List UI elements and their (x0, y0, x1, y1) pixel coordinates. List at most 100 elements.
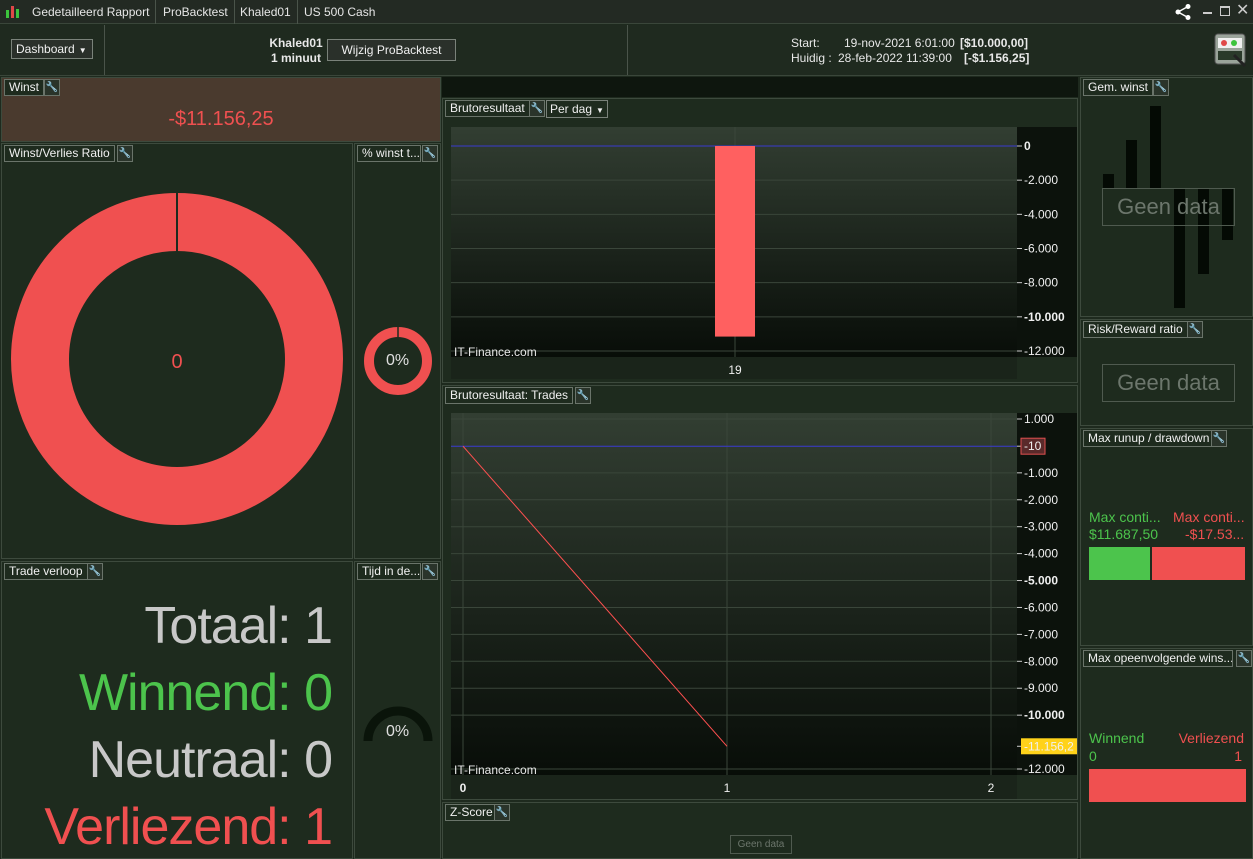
start-label: Start: (791, 36, 820, 50)
max-runup-title: Max runup / drawdown (1083, 430, 1215, 447)
current-value: [-$1.156,25] (964, 51, 1030, 65)
x-tick-label: 2 (988, 781, 995, 795)
y-tick-label: 1.000 (1024, 413, 1054, 426)
pct-winst-panel: % winst t... 🔧 0% (354, 143, 441, 559)
breadcrumb-probacktest: ProBacktest (157, 0, 235, 24)
y-tick-label: -10.000 (1024, 708, 1065, 722)
dashboard-dropdown[interactable]: Dashboard ▼ (11, 39, 93, 59)
dashboard-label: Dashboard (16, 42, 75, 56)
risk-reward-title: Risk/Reward ratio (1083, 321, 1188, 338)
max-drawdown-value: -$17.53... (1185, 526, 1245, 542)
timeframe: 1 minuut (271, 51, 321, 65)
pct-winst-title: % winst t... (357, 145, 421, 162)
breadcrumb-instrument: US 500 Cash (304, 5, 376, 19)
max-runup-panel: Max runup / drawdown 🔧 Max conti... Max … (1080, 428, 1253, 646)
trade-verloop-panel: Trade verloop 🔧 Totaal: 1 Winnend: 0 Neu… (1, 561, 353, 859)
wrench-icon[interactable]: 🔧 (87, 563, 103, 580)
wrench-icon[interactable]: 🔧 (575, 387, 591, 404)
y-tick-label: -12.000 (1024, 762, 1065, 776)
x-tick-label: 0 (460, 781, 467, 795)
winning-row: Winnend: 0 (78, 664, 333, 722)
x-tick-label: 19 (728, 363, 742, 377)
max-opeen-panel: Max opeenvolgende wins... 🔧 Winnend Verl… (1080, 648, 1253, 859)
max-opeen-title: Max opeenvolgende wins... (1083, 650, 1233, 667)
gem-winst-panel: Gem. winst 🔧 Geen data (1080, 77, 1253, 317)
zscore-nodata: Geen data (730, 835, 792, 854)
y-tick-label: -8.000 (1024, 276, 1058, 290)
y-tick-label: -3.000 (1024, 520, 1058, 534)
bruto-dag-title: Brutoresultaat (445, 100, 530, 117)
total-row: Totaal: 1 (144, 597, 333, 655)
y-tick-label: -10 (1024, 439, 1042, 453)
y-tick-label: -7.000 (1024, 627, 1058, 641)
plot-area (451, 413, 1017, 775)
y-tick-label: -12.000 (1024, 344, 1065, 358)
drawdown-bar (1152, 547, 1245, 580)
wrench-icon[interactable]: 🔧 (1236, 650, 1252, 667)
y-tick-label: -11.156,2 (1024, 739, 1074, 753)
max-drawdown-label: Max conti... (1173, 509, 1245, 525)
chevron-down-icon: ▼ (596, 106, 604, 115)
y-tick-label: -1.000 (1024, 466, 1058, 480)
wrench-icon[interactable]: 🔧 (422, 145, 438, 162)
winst-title: Winst (4, 79, 44, 96)
zscore-panel: Z-Score 🔧 Geen data (442, 802, 1078, 859)
winst-panel: Winst 🔧 -$11.156,25 (1, 77, 441, 142)
tijd-title: Tijd in de... (357, 563, 421, 580)
title-bar: Gedetailleerd Rapport ProBacktest Khaled… (0, 0, 1253, 24)
bruto-dag-panel: Brutoresultaat 🔧 Per dag ▼ 0 -2.000 -4.000 -… (442, 98, 1078, 383)
period-dropdown[interactable]: Per dag ▼ (546, 100, 608, 118)
close-icon[interactable]: ✕ (1236, 2, 1250, 20)
wrench-icon[interactable]: 🔧 (117, 145, 133, 162)
app-logo-icon (5, 4, 21, 20)
maximize-icon[interactable] (1220, 6, 1230, 16)
y-tick-label: -8.000 (1024, 654, 1058, 668)
gem-winst-nodata: Geen data (1102, 188, 1235, 226)
runup-bar (1089, 547, 1150, 580)
report-settings-icon[interactable] (1214, 31, 1248, 68)
bruto-trades-chart: 1.000 -10 -1.000 -2.000 -3.000 -4.000 -5.000 -6… (451, 413, 1077, 799)
ratio-panel: Winst/Verlies Ratio 🔧 0 (1, 143, 353, 559)
bruto-trades-panel: Brutoresultaat: Trades 🔧 1.000 -10 -1.000 -… (442, 385, 1078, 800)
risk-reward-nodata: Geen data (1102, 364, 1235, 402)
risk-reward-panel: Risk/Reward ratio 🔧 Geen data (1080, 319, 1253, 426)
y-tick-label: -10.000 (1024, 310, 1065, 324)
chevron-down-icon: ▼ (78, 46, 87, 55)
neutral-row: Neutraal: 0 (88, 731, 333, 789)
breadcrumb-strategy: Khaled01 (234, 0, 298, 24)
gem-winst-title: Gem. winst (1083, 79, 1154, 96)
max-runup-label: Max conti... (1089, 509, 1161, 525)
max-runup-value: $11.687,50 (1089, 526, 1159, 542)
ratio-center-value: 0 (171, 351, 183, 373)
current-label: Huidig : (791, 51, 832, 65)
zscore-title: Z-Score (445, 804, 498, 821)
breadcrumb-report: Gedetailleerd Rapport (26, 0, 157, 24)
toolbar: Dashboard ▼ Khaled01 1 minuut Wijzig ProB… (0, 25, 1253, 76)
wrench-icon[interactable]: 🔧 (422, 563, 438, 580)
bar (715, 146, 755, 337)
trade-verloop-title: Trade verloop (4, 563, 88, 580)
y-tick-label: -9.000 (1024, 681, 1058, 695)
wrench-icon[interactable]: 🔧 (1153, 79, 1169, 96)
wrench-icon[interactable]: 🔧 (1211, 430, 1227, 447)
share-icon[interactable] (1174, 3, 1192, 21)
y-tick-label: 0 (1024, 139, 1031, 153)
strategy-name: Khaled01 (269, 36, 323, 50)
max-opeen-win-label: Winnend (1089, 730, 1145, 746)
wrench-icon[interactable]: 🔧 (529, 100, 545, 117)
wrench-icon[interactable]: 🔧 (44, 79, 60, 96)
minimize-icon[interactable] (1203, 12, 1212, 14)
y-tick-label: -5.000 (1024, 574, 1058, 588)
x-tick-label: 1 (724, 781, 731, 795)
winst-value: -$11.156,25 (168, 108, 274, 130)
y-tick-label: -2.000 (1024, 493, 1058, 507)
wrench-icon[interactable]: 🔧 (1187, 321, 1203, 338)
wrench-icon[interactable]: 🔧 (494, 804, 510, 821)
start-date: 19-nov-2021 6:01:00 (844, 36, 955, 50)
period-label: Per dag (550, 102, 593, 116)
y-tick-label: -4.000 (1024, 547, 1058, 561)
bruto-trades-watermark: IT-Finance.com (454, 763, 537, 777)
y-tick-label: -2.000 (1024, 173, 1058, 187)
ratio-title: Winst/Verlies Ratio (4, 145, 115, 162)
modify-probacktest-button[interactable]: Wijzig ProBacktest (327, 39, 456, 61)
